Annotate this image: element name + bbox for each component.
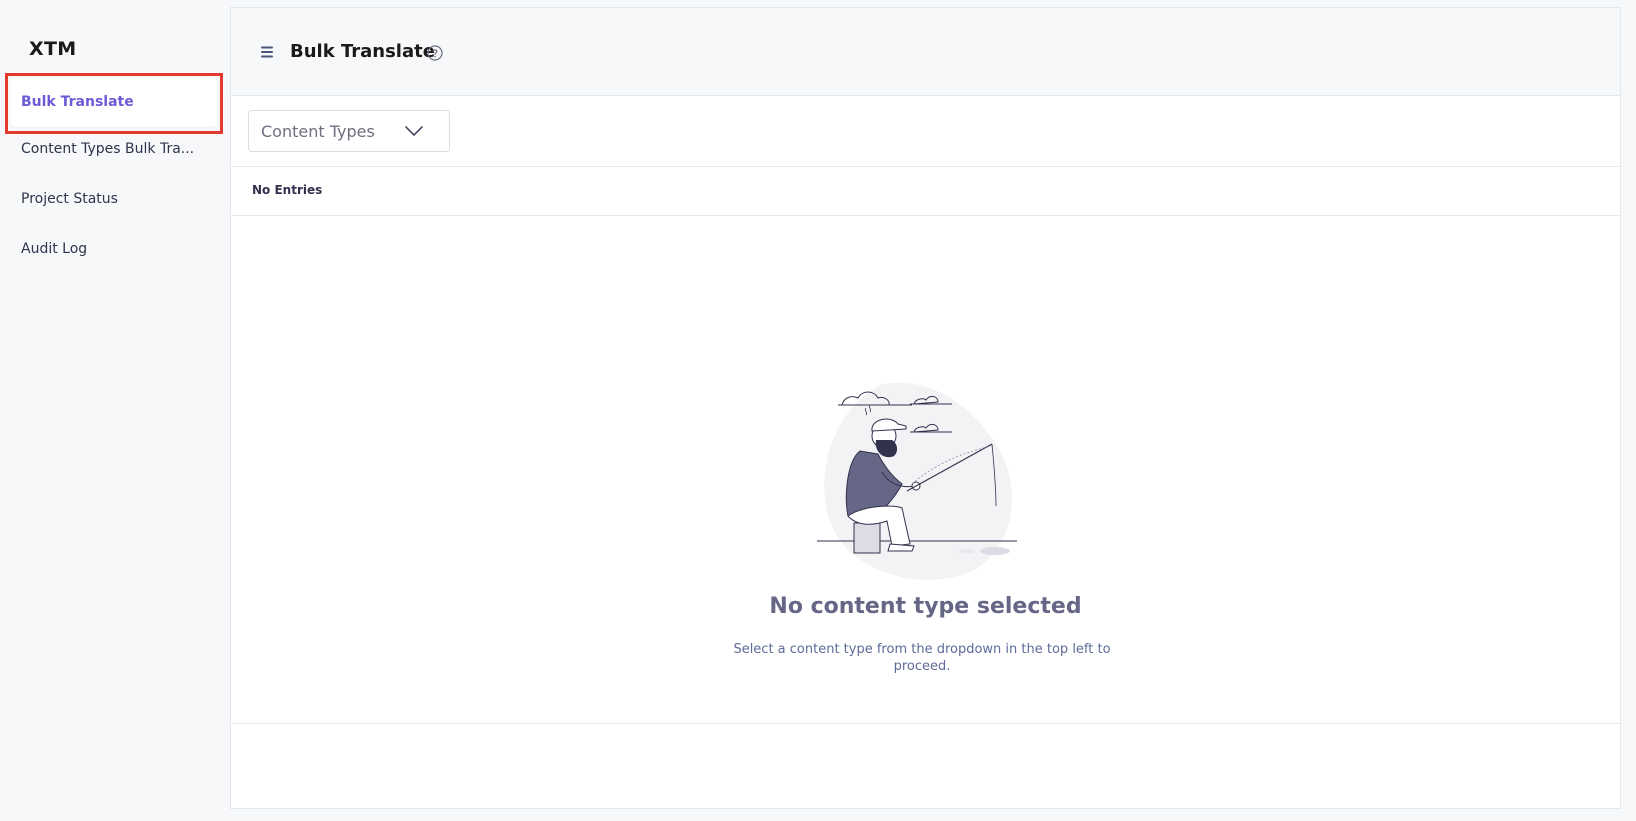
sidebar-item-label: Content Types Bulk Tra...	[21, 141, 195, 157]
page-header: Bulk Translate	[231, 8, 1620, 96]
main-panel: Bulk Translate Content Types No Entries	[230, 7, 1621, 809]
chevron-down-icon	[405, 126, 423, 136]
toolbar: Content Types	[231, 96, 1620, 167]
entries-status: No Entries	[252, 183, 323, 197]
question-circle-icon[interactable]	[427, 45, 443, 61]
hamburger-icon[interactable]	[260, 45, 274, 59]
sidebar-item-bulk-translate[interactable]: Bulk Translate	[10, 77, 217, 127]
sidebar-item-label: Project Status	[21, 191, 118, 207]
empty-state-description: Select a content type from the dropdown …	[733, 642, 1111, 674]
sidebar-item-audit-log[interactable]: Audit Log	[21, 225, 221, 273]
entries-header: No Entries	[231, 167, 1620, 216]
brand-title: XTM	[29, 38, 77, 60]
empty-state-title: No content type selected	[769, 594, 1082, 619]
sidebar-item-content-types-bulk-translate[interactable]: Content Types Bulk Tra...	[21, 125, 221, 173]
fishing-man-illustration	[817, 382, 1017, 580]
page-title: Bulk Translate	[290, 41, 435, 62]
sidebar: XTM Bulk Translate Content Types Bulk Tr…	[0, 0, 230, 821]
content-types-select[interactable]: Content Types	[248, 110, 450, 152]
select-value: Content Types	[261, 121, 375, 141]
sidebar-item-project-status[interactable]: Project Status	[21, 175, 221, 223]
sidebar-item-label: Audit Log	[21, 241, 88, 257]
sidebar-item-label: Bulk Translate	[21, 94, 134, 110]
app-root: XTM Bulk Translate Content Types Bulk Tr…	[0, 0, 1636, 821]
empty-state: No content type selected Select a conten…	[231, 216, 1620, 724]
